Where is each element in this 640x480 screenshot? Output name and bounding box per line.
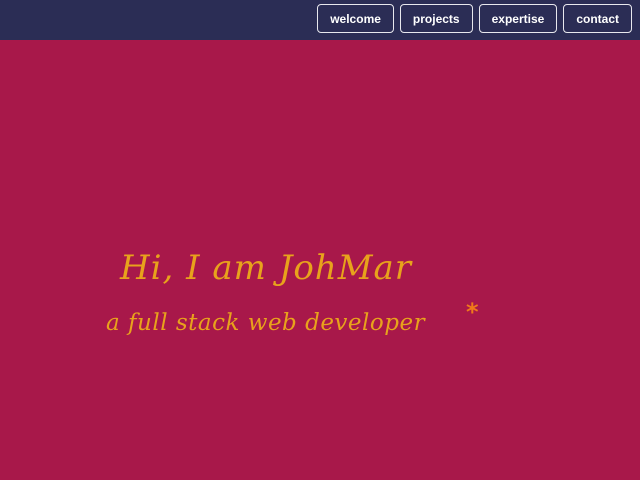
- page: Hi, I am JohMar a full stack web develop…: [0, 0, 640, 480]
- nav-welcome-button[interactable]: welcome: [317, 4, 394, 33]
- nav-links: welcome projects expertise contact: [317, 4, 632, 33]
- hero-section: Hi, I am JohMar a full stack web develop…: [0, 0, 640, 480]
- nav-contact-button[interactable]: contact: [563, 4, 632, 33]
- navbar: welcome projects expertise contact: [0, 0, 640, 40]
- hero-title: Hi, I am JohMar: [120, 248, 413, 288]
- hero-subtitle: a full stack web developer: [106, 310, 426, 336]
- nav-expertise-button[interactable]: expertise: [478, 4, 558, 33]
- asterisk-cursor: *: [466, 298, 479, 326]
- nav-projects-button[interactable]: projects: [399, 4, 473, 33]
